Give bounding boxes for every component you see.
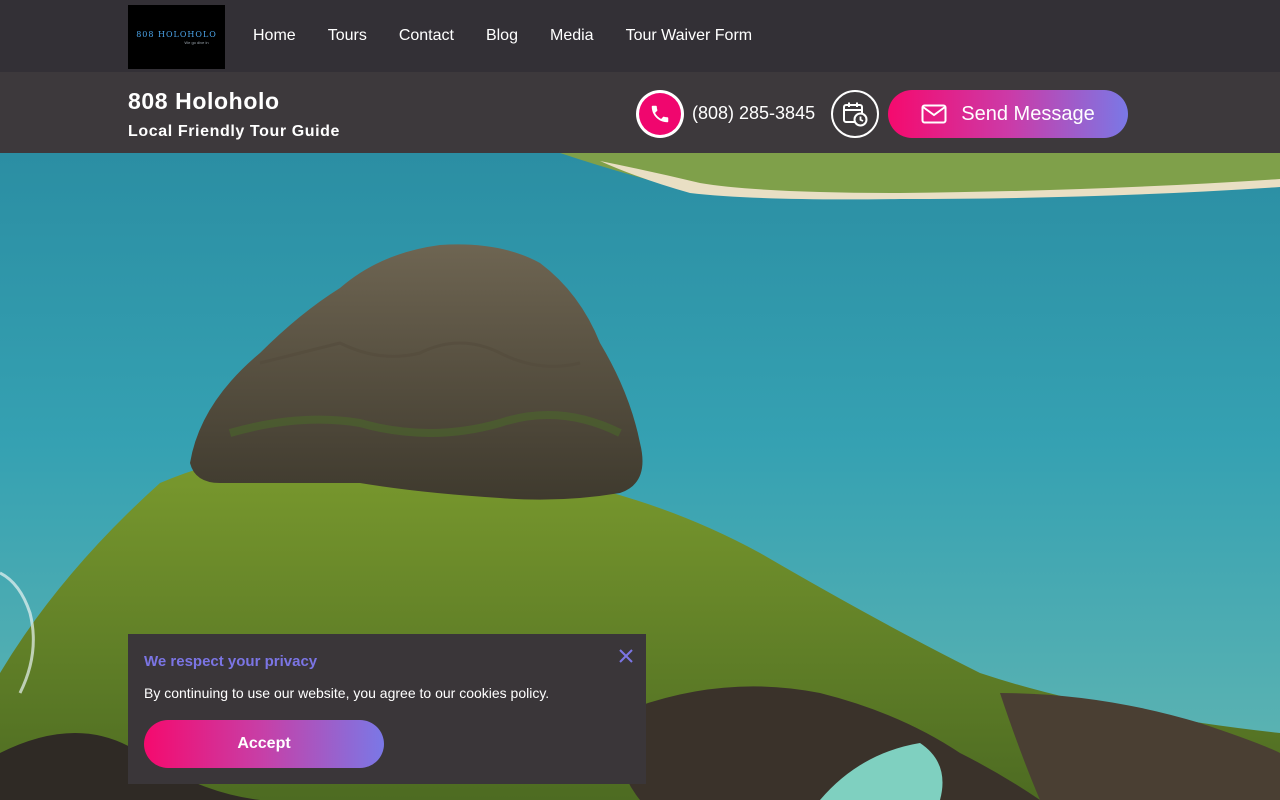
nav-contact[interactable]: Contact: [399, 27, 454, 45]
site-title: 808 Holoholo: [128, 88, 280, 114]
cookie-policy-text: By continuing to use our website, you ag…: [144, 685, 550, 701]
nav-tour-waiver-form[interactable]: Tour Waiver Form: [626, 27, 753, 45]
nav-media[interactable]: Media: [550, 27, 594, 45]
top-navigation-bar: 808 HOLOHOLO We go dive in Home Tours Co…: [0, 0, 1280, 72]
nav-home[interactable]: Home: [253, 27, 296, 45]
phone-number[interactable]: (808) 285-3845: [692, 103, 815, 124]
site-header: 808 Holoholo Local Friendly Tour Guide (…: [0, 72, 1280, 153]
logo-tagline: We go dive in: [184, 39, 209, 45]
nav-blog[interactable]: Blog: [486, 27, 518, 45]
logo-text: 808 HOLOHOLO: [136, 29, 217, 39]
cookie-consent-banner: We respect your privacy By continuing to…: [128, 634, 646, 784]
schedule-button[interactable]: [831, 90, 879, 138]
cookie-title: We respect your privacy: [144, 653, 318, 670]
phone-button[interactable]: [636, 90, 684, 138]
site-subtitle: Local Friendly Tour Guide: [128, 123, 341, 140]
accept-cookies-button[interactable]: Accept: [144, 720, 384, 768]
calendar-clock-icon: [843, 102, 868, 127]
nav-tours[interactable]: Tours: [328, 27, 367, 45]
close-icon: [619, 649, 633, 663]
cookie-close-button[interactable]: [616, 646, 636, 666]
send-message-button[interactable]: Send Message: [888, 90, 1128, 138]
main-menu: Home Tours Contact Blog Media Tour Waive…: [253, 0, 784, 72]
mail-icon: [921, 104, 947, 124]
site-logo[interactable]: 808 HOLOHOLO We go dive in: [128, 5, 225, 69]
send-message-label: Send Message: [961, 102, 1095, 125]
phone-icon: [639, 93, 681, 135]
